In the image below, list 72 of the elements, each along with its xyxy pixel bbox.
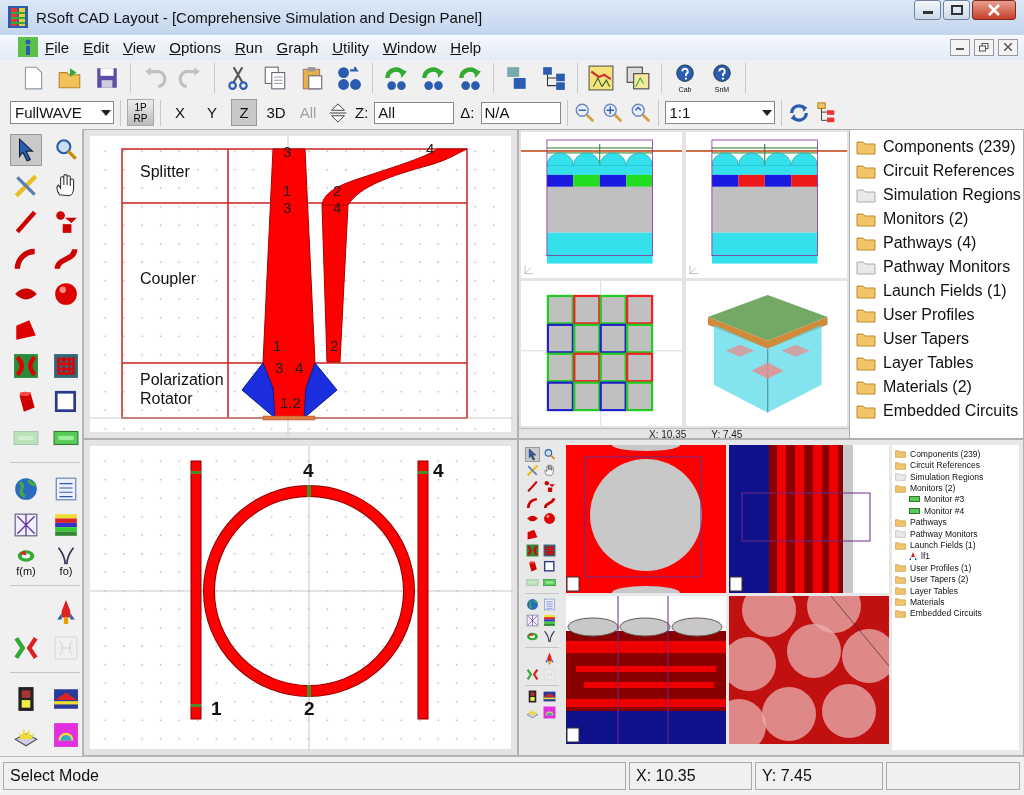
window-title: RSoft CAD Layout - [Comprehensive Simulation and Design Panel] — [36, 8, 484, 26]
region-label: Coupler — [140, 269, 198, 289]
tree-item[interactable]: Launch Fields (1) — [883, 282, 1007, 301]
tree-item[interactable]: Embedded Circuits — [883, 402, 1019, 421]
tree-item[interactable]: Layer Tables — [910, 585, 959, 596]
delta-field[interactable]: N/A — [480, 101, 561, 124]
axis-button[interactable]: 3D — [263, 99, 289, 127]
tree-item[interactable]: User Profiles (1) — [910, 562, 972, 573]
port-number: 2 — [333, 182, 342, 200]
tree-item[interactable]: Components (239) — [910, 448, 981, 459]
port-number: 1 — [283, 182, 292, 200]
port-number: 4 — [433, 460, 444, 483]
port-number: 4 — [303, 460, 314, 483]
status-text: Select Mode — [3, 762, 626, 791]
x-coordinate: X: 10.35 — [629, 762, 752, 791]
tree-item[interactable]: Pathway Monitors — [910, 528, 978, 539]
menu-item[interactable]: Options — [162, 38, 228, 56]
field-label: Z: — [355, 104, 369, 122]
tree-item[interactable]: Pathways (4) — [883, 234, 977, 253]
tree-item[interactable]: Monitor #4 — [924, 505, 965, 516]
menu-item[interactable]: File — [38, 38, 77, 56]
scale-dropdown[interactable]: 1:1 — [664, 101, 775, 125]
tree-item[interactable]: User Tapers (2) — [910, 574, 969, 585]
menu-item[interactable]: Run — [228, 38, 270, 56]
region-label: Polarization Rotator — [140, 370, 225, 409]
tree-item[interactable]: Materials (2) — [883, 378, 972, 397]
axis-button[interactable]: Y — [199, 99, 225, 127]
axis-button[interactable]: X — [167, 99, 193, 127]
y-coordinate: Y: 7.45 — [711, 429, 743, 441]
tree-item[interactable]: Circuit References — [883, 162, 1015, 181]
port-number: 1 — [211, 698, 222, 721]
tree-item[interactable]: Monitor #3 — [924, 494, 965, 505]
port-number: 4 — [333, 199, 342, 217]
tree-item[interactable]: User Profiles — [883, 306, 975, 325]
tree-item[interactable]: Monitors (2) — [883, 210, 969, 229]
tree-item[interactable]: Materials — [910, 597, 945, 607]
tool-button[interactable]: f(m) — [10, 545, 42, 578]
layout-button[interactable]: 1P RP — [127, 99, 154, 127]
port-number: 1.2 — [280, 394, 301, 412]
menu-item[interactable]: Edit — [76, 38, 117, 56]
port-number: 3 — [283, 143, 292, 161]
menu-item[interactable]: Utility — [325, 38, 376, 56]
solver-dropdown[interactable]: FullWAVE — [10, 101, 114, 125]
port-number: 4 — [295, 359, 304, 377]
tree-item[interactable]: lf1 — [921, 551, 930, 562]
tree-item[interactable]: User Tapers — [883, 330, 969, 349]
tree-item[interactable]: Simulation Regions — [910, 471, 984, 482]
z-field[interactable]: All — [374, 101, 455, 124]
menu-item[interactable]: View — [116, 38, 163, 56]
tree-item[interactable]: Components (239) — [883, 138, 1016, 157]
tool-button[interactable]: fo) — [50, 545, 82, 578]
port-number: 2 — [330, 337, 339, 355]
tree-item[interactable]: Embedded Circuits — [910, 608, 982, 619]
tree-item[interactable]: Launch Fields (1) — [910, 540, 976, 551]
tree-item[interactable]: Simulation Regions — [883, 186, 1021, 205]
tree-item[interactable]: Pathway Monitors — [883, 258, 1011, 277]
tree-item[interactable]: Monitors (2) — [910, 483, 956, 494]
tree-item[interactable]: Pathways — [910, 517, 947, 528]
port-number: 3 — [275, 359, 284, 377]
port-number: 2 — [304, 698, 315, 721]
x-coordinate: X: 10.35 — [649, 429, 687, 441]
axis-button[interactable]: Z — [231, 99, 257, 127]
tree-item[interactable]: Circuit References — [910, 460, 980, 471]
menu-item[interactable]: Window — [375, 38, 444, 56]
y-coordinate: Y: 7.45 — [755, 762, 883, 791]
region-label: Splitter — [140, 162, 191, 182]
port-number: 3 — [283, 199, 292, 217]
field-label: Δ: — [460, 104, 475, 122]
menu-item[interactable]: Help — [443, 38, 489, 56]
tree-item[interactable]: Layer Tables — [883, 354, 974, 373]
menu-item[interactable]: Graph — [269, 38, 326, 56]
port-number: 1 — [273, 337, 282, 355]
